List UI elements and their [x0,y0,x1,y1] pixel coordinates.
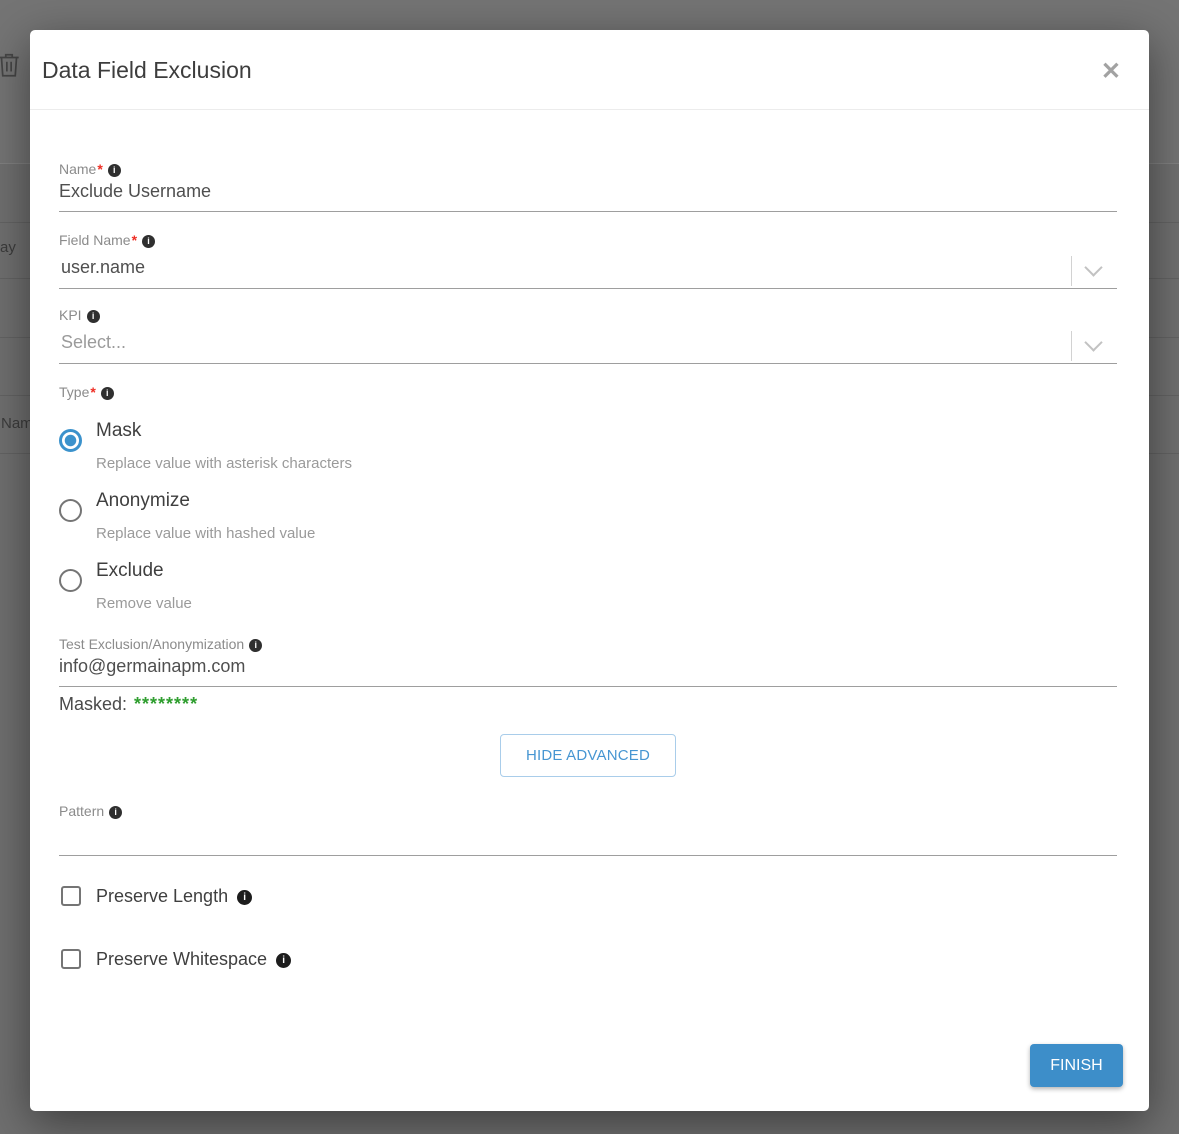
info-icon[interactable]: i [249,639,262,652]
dialog-title: Data Field Exclusion [42,57,252,84]
info-icon[interactable]: i [237,890,252,905]
close-icon[interactable]: ✕ [1101,60,1121,84]
radio-anonymize[interactable] [59,499,82,522]
radio-anonymize-label[interactable]: Anonymize [96,490,190,512]
background-text-fragment: ay [0,239,16,256]
radio-exclude[interactable] [59,569,82,592]
header-divider [30,109,1149,110]
finish-button[interactable]: FINISH [1030,1044,1123,1087]
name-label: Name*i [59,161,121,177]
pattern-label: Patterni [59,803,122,819]
chevron-down-icon[interactable] [1084,333,1102,351]
required-marker: * [90,384,95,400]
select-separator [1071,331,1072,361]
info-icon[interactable]: i [87,310,100,323]
radio-mask[interactable] [59,429,82,452]
radio-exclude-label[interactable]: Exclude [96,560,164,582]
preserve-length-label[interactable]: Preserve Lengthi [96,886,252,907]
kpi-input[interactable] [59,331,1053,354]
radio-mask-description: Replace value with asterisk characters [96,455,352,472]
radio-anonymize-description: Replace value with hashed value [96,525,315,542]
radio-exclude-description: Remove value [96,595,192,612]
field-name-input[interactable] [59,256,1053,279]
hide-advanced-button[interactable]: HIDE ADVANCED [500,734,676,777]
masked-prefix: Masked: [59,694,127,714]
field-name-select[interactable] [59,254,1117,289]
info-icon[interactable]: i [142,235,155,248]
preserve-length-checkbox[interactable] [61,886,81,906]
info-icon[interactable]: i [276,953,291,968]
kpi-label: KPIi [59,307,100,323]
kpi-select[interactable] [59,329,1117,364]
background-text-fragment: Nam [1,415,33,432]
info-icon[interactable]: i [109,806,122,819]
info-icon[interactable]: i [108,164,121,177]
test-exclusion-label: Test Exclusion/Anonymizationi [59,636,262,652]
masked-result: Masked: ******** [59,694,198,715]
masked-value: ******** [134,694,198,714]
required-marker: * [97,161,102,177]
type-label: Type*i [59,384,114,400]
name-input[interactable] [59,181,1117,212]
select-separator [1071,256,1072,286]
info-icon[interactable]: i [101,387,114,400]
chevron-down-icon[interactable] [1084,258,1102,276]
required-marker: * [132,232,137,248]
test-exclusion-input[interactable] [59,656,1117,687]
preserve-whitespace-checkbox[interactable] [61,949,81,969]
preserve-whitespace-label[interactable]: Preserve Whitespacei [96,949,291,970]
pattern-input[interactable] [59,819,1117,856]
radio-mask-label[interactable]: Mask [96,420,141,442]
data-field-exclusion-dialog: Data Field Exclusion ✕ Name*i Field Name… [30,30,1149,1111]
trash-icon [0,51,22,84]
field-name-label: Field Name*i [59,232,155,248]
